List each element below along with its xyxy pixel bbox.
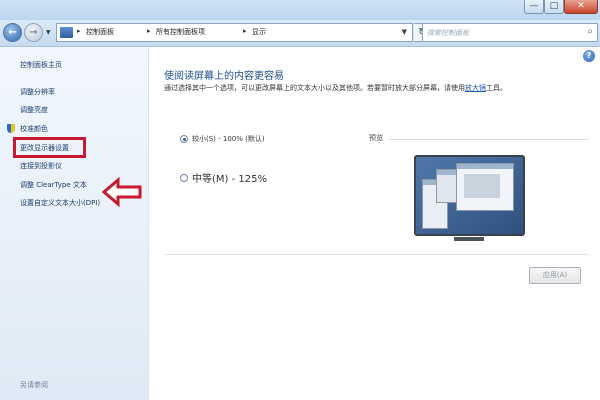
- minimize-button[interactable]: —: [524, 0, 544, 14]
- sidebar-item-home[interactable]: 控制面板主页: [20, 60, 62, 70]
- close-button[interactable]: ✕: [564, 0, 598, 14]
- maximize-button[interactable]: □: [544, 0, 564, 14]
- sidebar-item-calibrate-color[interactable]: 校准颜色: [20, 124, 48, 134]
- title-bar: — □ ✕: [0, 0, 600, 20]
- breadcrumb-all-items[interactable]: 所有控制面板项: [156, 27, 205, 37]
- address-toolbar: ← → ▼ ▸ 控制面板 ▸ 所有控制面板项 ▸ 显示 ▼ ↻ 搜索控制面板 ⌕: [0, 20, 600, 47]
- forward-arrow-icon[interactable]: →: [24, 23, 43, 42]
- history-dropdown-icon[interactable]: ▼: [46, 29, 51, 36]
- option-medium-label[interactable]: 中等(M) - 125%: [192, 170, 267, 185]
- page-description: 通过选择其中一个选项，可以更改屏幕上的文本大小以及其他项。若要暂时放大部分屏幕，…: [164, 83, 507, 93]
- search-placeholder: 搜索控制面板: [427, 29, 469, 37]
- search-input[interactable]: 搜索控制面板 ⌕: [422, 23, 598, 42]
- help-icon[interactable]: ?: [583, 50, 595, 62]
- main-panel: ? 使阅读屏幕上的内容更容易 通过选择其中一个选项，可以更改屏幕上的文本大小以及…: [149, 47, 600, 400]
- chevron-right-icon: ▸: [77, 27, 81, 35]
- shield-icon: [7, 124, 15, 133]
- sidebar-see-also: 另请参阅: [20, 381, 48, 389]
- section-divider: [164, 254, 589, 255]
- magnifier-link[interactable]: 放大镜: [465, 84, 486, 92]
- breadcrumb-display[interactable]: 显示: [252, 27, 266, 37]
- left-arrow-icon: [102, 177, 142, 207]
- radio-smaller[interactable]: [180, 135, 188, 143]
- apply-button[interactable]: 应用(A): [529, 267, 581, 284]
- preview-label: 预览: [369, 134, 383, 142]
- sidebar: 控制面板主页 调整分辨率 调整亮度 校准颜色 更改显示器设置 连接到投影仪 调整…: [0, 47, 149, 400]
- breadcrumb-control-panel[interactable]: 控制面板: [86, 27, 114, 37]
- preview-monitor: [414, 155, 525, 241]
- search-icon[interactable]: ⌕: [587, 26, 593, 37]
- address-bar[interactable]: ▸ 控制面板 ▸ 所有控制面板项 ▸ 显示 ▼: [56, 23, 413, 42]
- chevron-right-icon[interactable]: ▸: [147, 27, 151, 35]
- address-dropdown-icon[interactable]: ▼: [402, 28, 407, 36]
- sidebar-item-custom-dpi[interactable]: 设置自定义文本大小(DPI): [20, 198, 100, 208]
- page-title: 使阅读屏幕上的内容更容易: [164, 71, 284, 82]
- option-smaller-label[interactable]: 较小(S) - 100% (默认): [192, 134, 265, 144]
- radio-medium[interactable]: [180, 174, 188, 182]
- description-tail: 工具。: [486, 84, 507, 92]
- description-text: 通过选择其中一个选项，可以更改屏幕上的文本大小以及其他项。若要暂时放大部分屏幕，…: [164, 84, 465, 92]
- sidebar-item-resolution[interactable]: 调整分辨率: [20, 87, 55, 97]
- chevron-right-icon[interactable]: ▸: [243, 27, 247, 35]
- control-panel-window: — □ ✕ ← → ▼ ▸ 控制面板 ▸ 所有控制面板项 ▸ 显示 ▼ ↻ 搜索…: [0, 0, 600, 400]
- control-panel-icon: [60, 27, 73, 38]
- back-arrow-icon[interactable]: ←: [3, 23, 22, 42]
- sidebar-item-cleartype[interactable]: 调整 ClearType 文本: [20, 180, 87, 190]
- sidebar-item-brightness[interactable]: 调整亮度: [20, 105, 48, 115]
- sidebar-item-projector[interactable]: 连接到投影仪: [20, 161, 62, 171]
- preview-divider: [389, 139, 589, 140]
- highlight-box: [13, 137, 86, 158]
- preview-window: [456, 163, 514, 211]
